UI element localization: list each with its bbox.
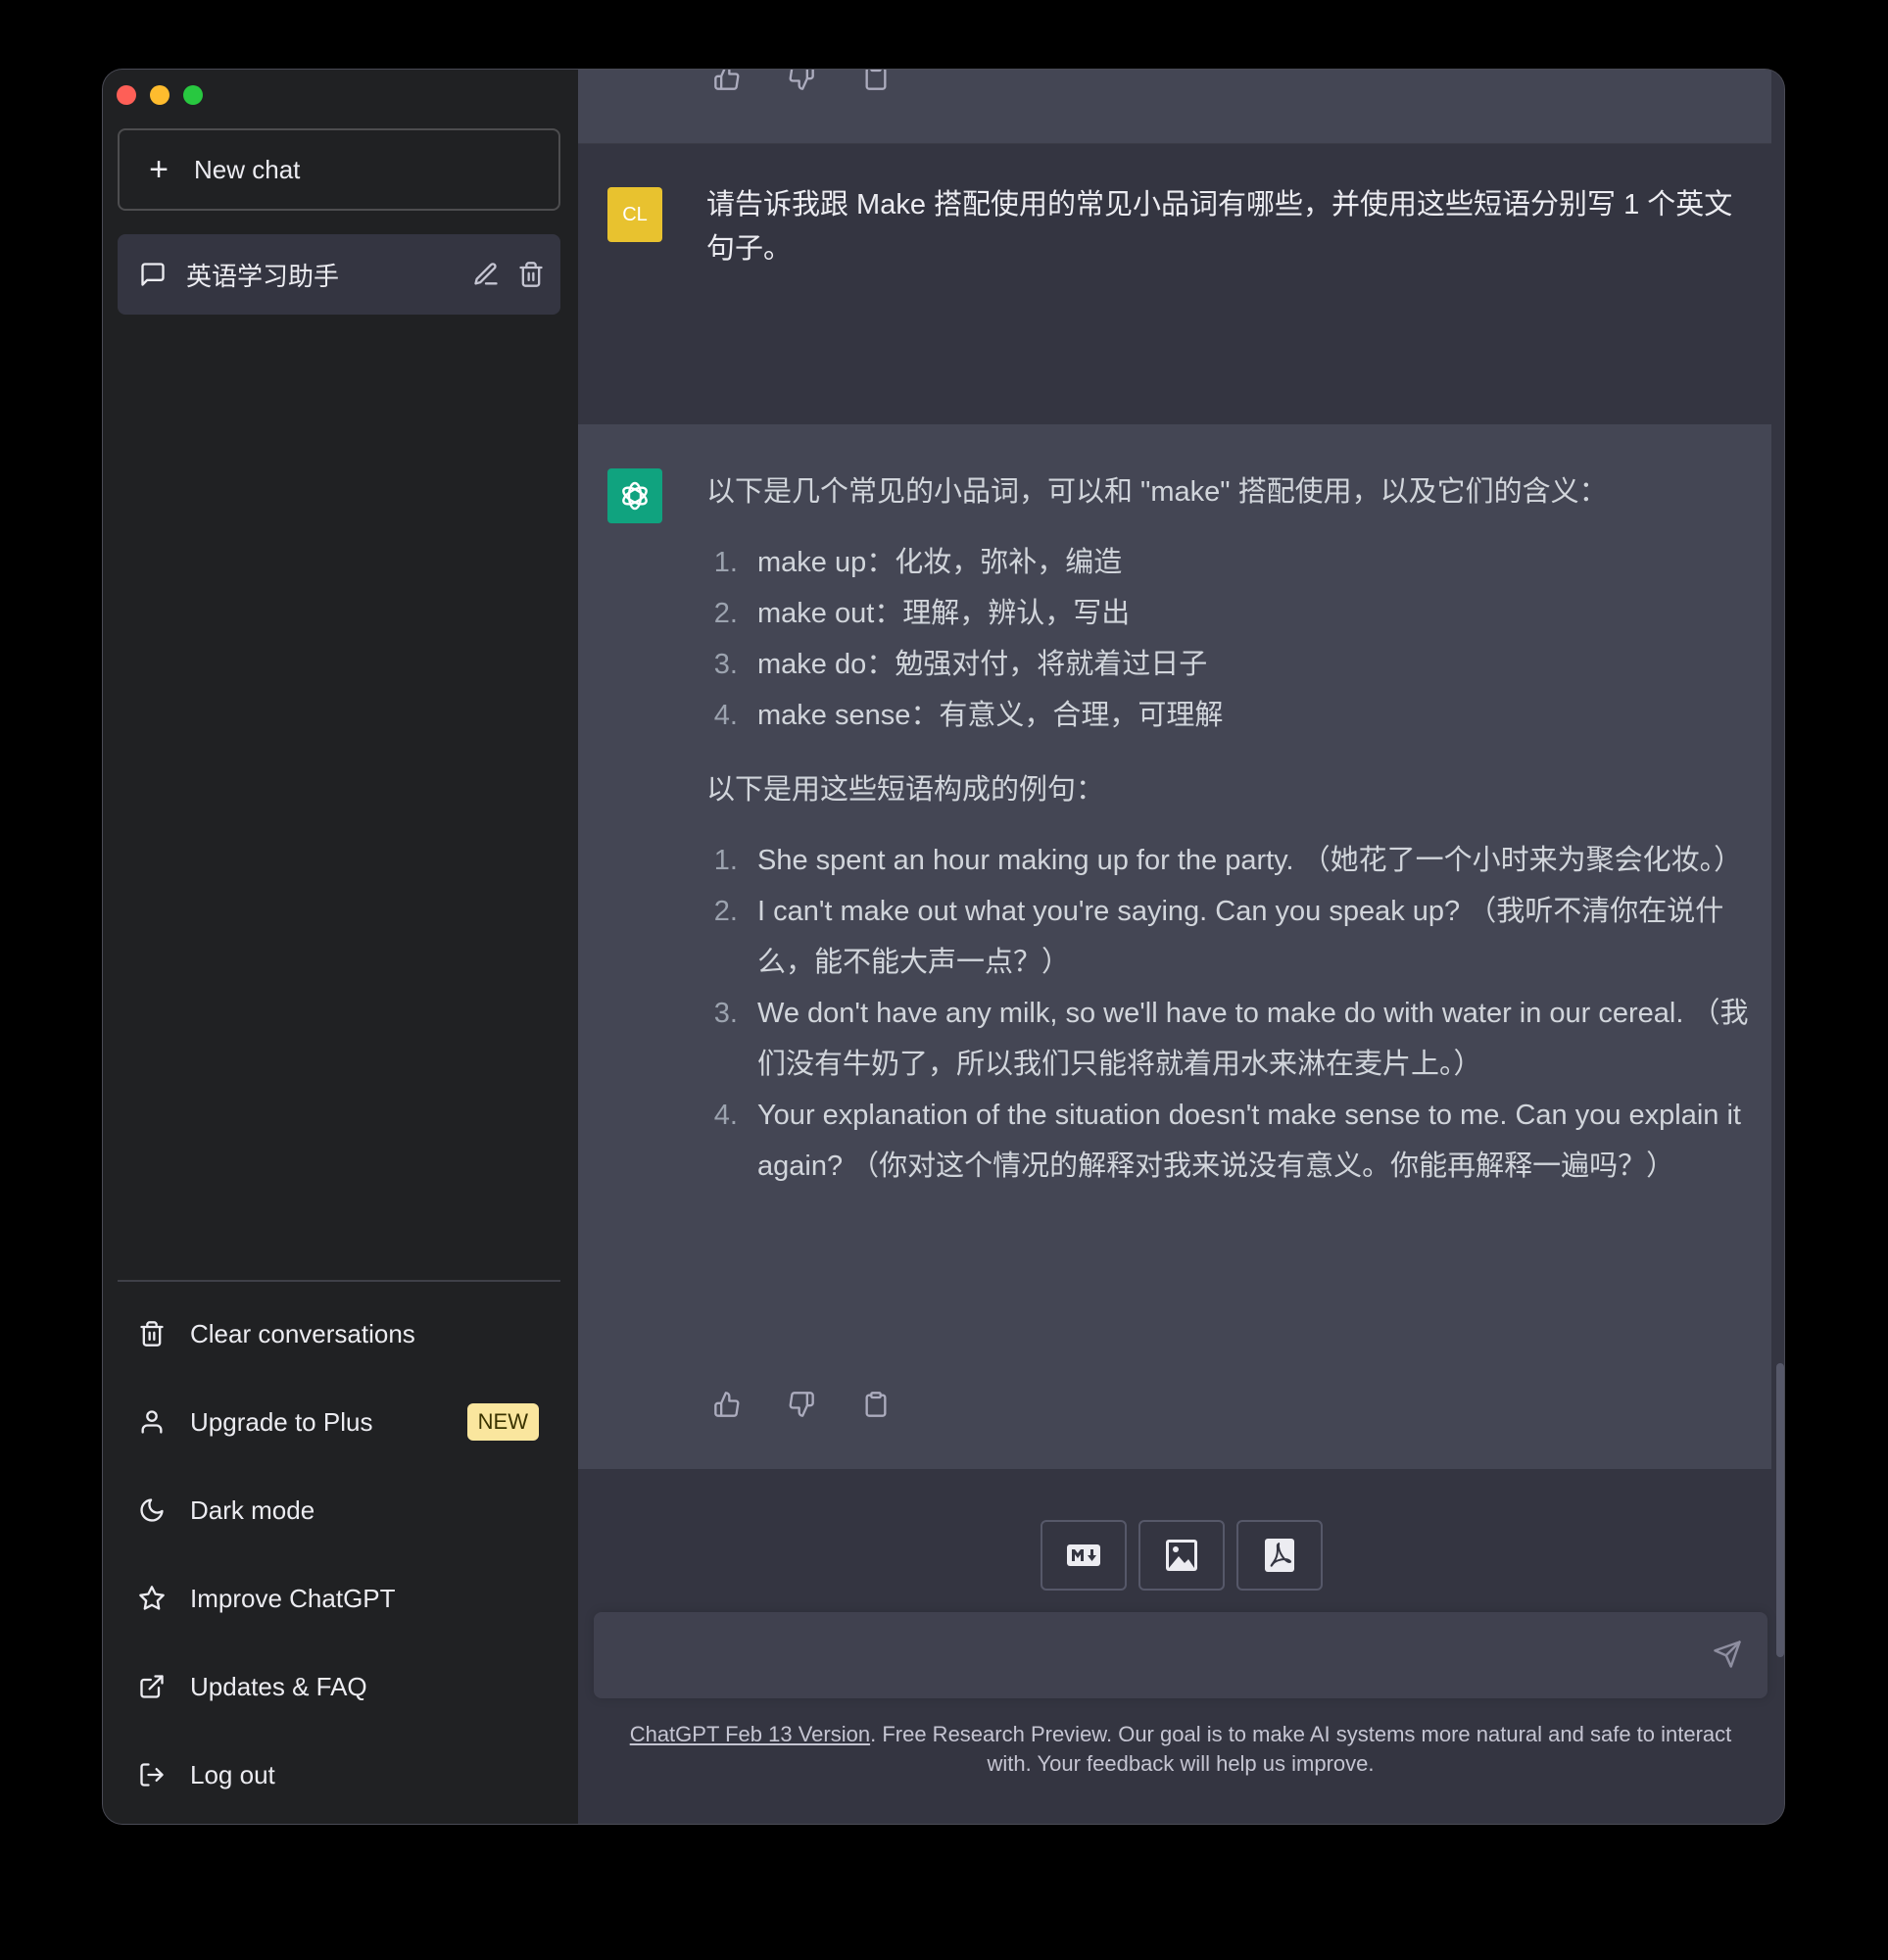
maximize-window-button[interactable] <box>183 85 203 105</box>
improve-chatgpt-button[interactable]: Improve ChatGPT <box>118 1554 560 1642</box>
sidebar-menu: Clear conversations Upgrade to Plus NEW … <box>118 1290 560 1819</box>
external-link-icon <box>137 1673 167 1700</box>
new-chat-button[interactable]: + New chat <box>118 128 560 211</box>
close-window-button[interactable] <box>117 85 136 105</box>
scrollbar-thumb[interactable] <box>1776 1363 1784 1657</box>
conversation-title: 英语学习助手 <box>186 261 340 291</box>
list-item: make sense：有意义，合理，可理解 <box>746 690 1755 741</box>
trash-icon <box>137 1320 167 1348</box>
assistant-feedback <box>713 1391 890 1418</box>
copy-icon[interactable] <box>862 1391 890 1418</box>
previous-message-tail <box>578 70 1771 143</box>
version-link[interactable]: ChatGPT Feb 13 Version <box>630 1722 870 1746</box>
export-markdown-button[interactable] <box>1041 1520 1127 1591</box>
assistant-message-body: 以下是几个常见的小品词，可以和 "make" 搭配使用，以及它们的含义： mak… <box>706 466 1755 1215</box>
assistant-intro: 以下是几个常见的小品词，可以和 "make" 搭配使用，以及它们的含义： <box>706 476 1608 508</box>
menu-item-label: Updates & FAQ <box>190 1671 367 1701</box>
list-item: She spent an hour making up for the part… <box>746 835 1755 886</box>
list-item: Your explanation of the situation doesn'… <box>746 1090 1755 1192</box>
export-image-button[interactable] <box>1138 1520 1225 1591</box>
plus-icon: + <box>149 151 169 188</box>
delete-conversation-icon[interactable] <box>517 261 545 288</box>
dark-mode-button[interactable]: Dark mode <box>118 1466 560 1554</box>
menu-item-label: Upgrade to Plus <box>190 1406 373 1437</box>
message-input-box <box>594 1612 1767 1698</box>
list-item: make up：化妆，弥补，编造 <box>746 537 1755 588</box>
chat-bubble-icon <box>139 261 167 288</box>
sidebar-conversation-item[interactable]: 英语学习助手 <box>118 234 560 315</box>
example-list: She spent an hour making up for the part… <box>706 835 1755 1192</box>
user-avatar: CL <box>607 187 662 242</box>
list-item: make do：勉强对付，将就着过日子 <box>746 639 1755 690</box>
new-chat-label: New chat <box>194 154 301 184</box>
footer-text: . Free Research Preview. Our goal is to … <box>870 1722 1732 1776</box>
app-window: + New chat 英语学习助手 Clear conversations Up… <box>103 70 1784 1824</box>
new-badge: NEW <box>466 1403 539 1441</box>
list-item: make out：理解，辨认，写出 <box>746 588 1755 639</box>
markdown-icon <box>1067 1544 1100 1566</box>
updates-faq-link[interactable]: Updates & FAQ <box>118 1642 560 1731</box>
thumbs-up-icon[interactable] <box>713 1391 741 1418</box>
pdf-icon <box>1265 1539 1294 1572</box>
user-icon <box>137 1408 167 1436</box>
sidebar-divider <box>118 1280 560 1282</box>
export-pdf-button[interactable] <box>1236 1520 1323 1591</box>
chat-main: CL 请告诉我跟 Make 搭配使用的常见小品词有哪些，并使用这些短语分别写 1… <box>578 70 1784 1824</box>
sidebar: + New chat 英语学习助手 Clear conversations Up… <box>103 70 578 1824</box>
phrase-list: make up：化妆，弥补，编造 make out：理解，辨认，写出 make … <box>706 537 1755 741</box>
copy-icon[interactable] <box>862 70 890 91</box>
image-icon <box>1166 1540 1197 1571</box>
menu-item-label: Dark mode <box>190 1494 315 1525</box>
log-out-button[interactable]: Log out <box>118 1731 560 1819</box>
export-toolbar <box>1041 1520 1323 1591</box>
thumbs-up-icon[interactable] <box>713 70 741 91</box>
list-item: We don't have any milk, so we'll have to… <box>746 988 1755 1090</box>
user-message-text: 请告诉我跟 Make 搭配使用的常见小品词有哪些，并使用这些短语分别写 1 个英… <box>706 189 1733 265</box>
menu-item-label: Log out <box>190 1759 275 1789</box>
send-icon[interactable] <box>1713 1640 1742 1669</box>
menu-item-label: Clear conversations <box>190 1318 415 1348</box>
upgrade-to-plus-button[interactable]: Upgrade to Plus NEW <box>118 1378 560 1466</box>
logout-icon <box>137 1761 167 1788</box>
thumbs-down-icon[interactable] <box>788 1391 815 1418</box>
footer-disclaimer: ChatGPT Feb 13 Version. Free Research Pr… <box>617 1720 1744 1779</box>
menu-item-label: Improve ChatGPT <box>190 1583 396 1613</box>
chatgpt-logo-icon <box>607 468 662 523</box>
edit-icon[interactable] <box>472 261 500 288</box>
window-controls <box>117 85 203 105</box>
thumbs-down-icon[interactable] <box>788 70 815 91</box>
examples-intro: 以下是用这些短语构成的例句： <box>706 774 1105 806</box>
message-input[interactable] <box>613 1632 1675 1683</box>
clear-conversations-button[interactable]: Clear conversations <box>118 1290 560 1378</box>
star-icon <box>137 1585 167 1612</box>
moon-icon <box>137 1496 167 1524</box>
minimize-window-button[interactable] <box>150 85 169 105</box>
list-item: I can't make out what you're saying. Can… <box>746 886 1755 988</box>
